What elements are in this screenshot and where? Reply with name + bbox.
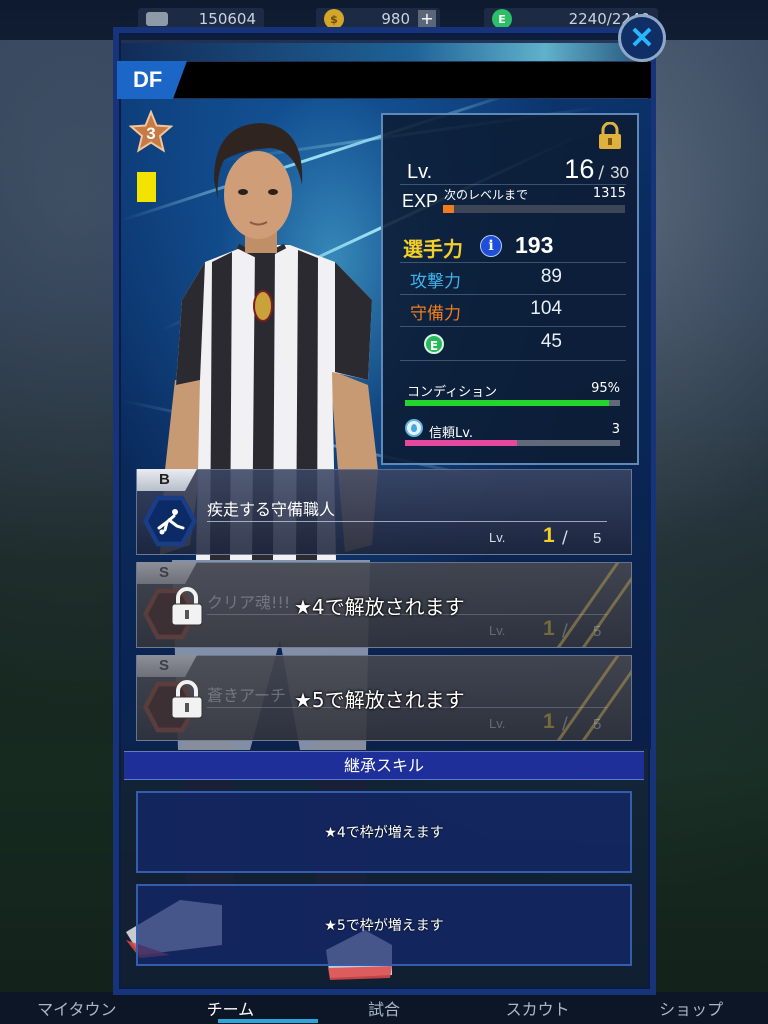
nav-scout[interactable]: スカウト — [468, 996, 608, 1020]
skill-level-current: 1 — [543, 524, 555, 547]
skill-level-max: 5 — [593, 716, 602, 733]
defense-value: 104 — [530, 298, 562, 319]
skill-card-3[interactable]: S 蒼きアーチ Lv. 1 / 5 ★5で解放されます — [136, 655, 632, 741]
level-row: Lv. 16 / 30 — [407, 154, 629, 186]
defense-label: 守備力 — [410, 304, 461, 324]
exp-label: EXP — [402, 191, 439, 211]
add-coin-button[interactable]: + — [418, 10, 436, 28]
skill-level-separator: / — [562, 714, 568, 734]
rarity-star-icon: 3 — [129, 110, 173, 153]
skill-level-max: 5 — [593, 623, 602, 640]
divider — [400, 360, 626, 361]
attack-value: 89 — [540, 266, 562, 287]
exp-bar-track — [443, 205, 625, 213]
exp-next-value: 1315 — [592, 186, 626, 201]
skill-name: 疾走する守備職人 — [207, 500, 336, 519]
lock-icon[interactable] — [597, 122, 623, 150]
info-icon[interactable]: i — [480, 235, 502, 257]
skill-level-max: 5 — [593, 530, 602, 547]
skill-level-current: 1 — [543, 710, 555, 733]
condition-bar-fill — [405, 400, 609, 406]
divider — [400, 294, 626, 295]
unlock-message: ★4で解放されます — [294, 595, 465, 619]
level-separator: / — [598, 163, 605, 183]
header-strip — [119, 62, 651, 98]
divider — [400, 262, 626, 263]
skill-rank: S — [137, 655, 197, 677]
energy-icon: E — [492, 9, 512, 29]
skill-rank: B — [137, 469, 197, 491]
exp-next-label: 次のレベルまで — [444, 188, 529, 202]
skill-name: クリア魂!!! — [207, 593, 291, 612]
skill-level-label: Lv. — [489, 716, 506, 731]
nav-team[interactable]: チーム — [160, 996, 300, 1020]
trust-label: 信頼Lv. — [429, 426, 474, 441]
bottom-nav: マイタウン チーム 試合 スカウト ショップ — [0, 992, 768, 1024]
close-button[interactable]: ✕ — [618, 14, 666, 62]
energy-stat-value: 45 — [540, 331, 562, 352]
power-label: 選手力 — [403, 237, 463, 261]
divider — [400, 184, 626, 185]
power-value: 193 — [515, 232, 554, 258]
skill-level-separator: / — [562, 621, 568, 641]
skill-level-current: 1 — [543, 617, 555, 640]
condition-value: 95% — [591, 381, 620, 396]
trust-value: 3 — [611, 422, 620, 437]
inherit-slot-1[interactable]: ★4で枠が増えます — [136, 791, 632, 873]
skill-level-separator: / — [562, 528, 568, 548]
panel-top-accent — [121, 43, 651, 61]
padlock-icon — [171, 680, 203, 719]
trust-drop-icon — [405, 419, 423, 437]
nav-mytown[interactable]: マイタウン — [7, 996, 147, 1020]
unlock-message: ★5で解放されます — [294, 688, 465, 712]
yellow-card-icon — [137, 172, 156, 202]
skill-name-underline — [207, 521, 607, 522]
exp-bar-fill — [443, 205, 454, 213]
divider — [400, 326, 626, 327]
level-max: 30 — [610, 163, 629, 182]
coin-icon: $ — [324, 9, 344, 29]
level-current: 16 — [564, 154, 595, 184]
attack-label: 攻撃力 — [410, 272, 461, 292]
skill-card-1[interactable]: B 疾走する守備職人 Lv. 1 / 5 — [136, 469, 632, 555]
skill-name: 蒼きアーチ — [207, 686, 287, 705]
coin-value: 980 — [381, 10, 410, 28]
inherit-skill-header: 継承スキル — [124, 751, 644, 780]
nav-match[interactable]: 試合 — [314, 996, 454, 1020]
skill-rank: S — [137, 562, 197, 584]
nav-shop[interactable]: ショップ — [621, 996, 761, 1020]
skill-level-label: Lv. — [489, 623, 506, 638]
money-icon — [146, 12, 168, 26]
skill-level-label: Lv. — [489, 530, 506, 545]
condition-label: コンディション — [407, 385, 498, 400]
trust-bar-fill — [405, 440, 517, 446]
padlock-icon — [171, 587, 203, 626]
money-value: 150604 — [198, 10, 256, 28]
sliding-tackle-icon — [157, 509, 185, 535]
level-label: Lv. — [407, 161, 433, 183]
rarity-star-count: 3 — [146, 124, 155, 143]
skill-card-2[interactable]: S クリア魂!!! Lv. 1 / 5 ★4で解放されます — [136, 562, 632, 648]
nav-active-indicator — [218, 1019, 318, 1023]
inherit-slot-2[interactable]: ★5で枠が増えます — [136, 884, 632, 966]
energy-stat-icon: E — [424, 334, 444, 354]
